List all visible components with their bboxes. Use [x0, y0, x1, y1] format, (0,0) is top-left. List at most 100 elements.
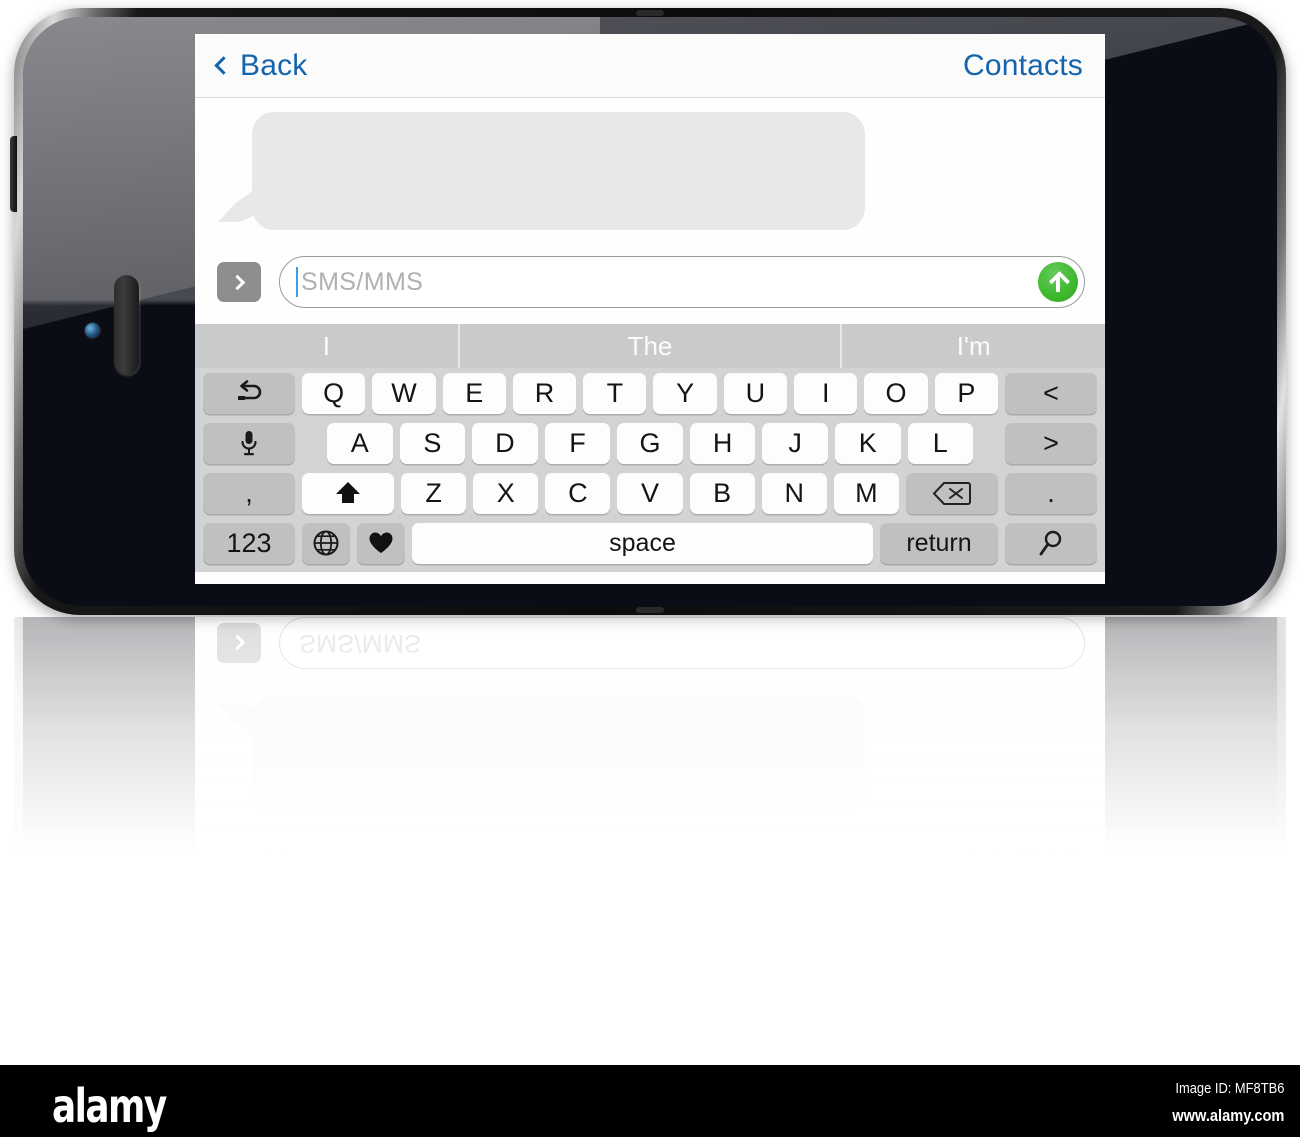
key-h[interactable]: H: [689, 422, 756, 464]
key-f[interactable]: F: [544, 422, 611, 464]
key-b[interactable]: B: [689, 472, 755, 514]
shift-up-arrow-icon: [333, 480, 363, 506]
earpiece-speaker-icon: [114, 275, 139, 375]
reflection-bubble: [252, 695, 865, 813]
message-bubble: [252, 112, 865, 230]
volume-button[interactable]: [10, 136, 17, 212]
reflection-front-panel: [23, 617, 1277, 908]
expand-options-button[interactable]: [217, 262, 261, 302]
watermark-meta: Image ID: MF8TB6 www.alamy.com: [1154, 1080, 1284, 1126]
keyboard-row-2: A S D F G H J K L >: [195, 418, 1105, 468]
suggestion-bar: I The I'm: [195, 324, 1105, 368]
key-return[interactable]: return: [880, 522, 998, 564]
key-microphone[interactable]: [203, 422, 295, 464]
key-j[interactable]: J: [762, 422, 828, 464]
chevron-right-icon: [229, 274, 246, 290]
alamy-logo: alamy: [52, 1079, 167, 1133]
key-s[interactable]: S: [399, 422, 466, 464]
key-cursor-left[interactable]: <: [1004, 372, 1097, 414]
reflection-screen: Back Contacts SMS/MMS: [195, 617, 1105, 891]
microphone-icon: [239, 429, 259, 457]
suggestion-item-2[interactable]: I'm: [842, 324, 1105, 368]
sms-input-field[interactable]: SMS/MMS: [279, 256, 1085, 308]
navigation-bar: Back Contacts: [195, 34, 1105, 98]
conversation-area: [195, 98, 1105, 256]
chevron-left-icon: [214, 56, 233, 75]
key-d[interactable]: D: [472, 422, 538, 464]
key-e[interactable]: E: [442, 372, 506, 414]
camera-lens-icon: [85, 323, 100, 338]
back-button-label: Back: [240, 48, 308, 82]
phone-reflection-image: Back Contacts SMS/MMS: [14, 617, 1286, 917]
key-undo[interactable]: [203, 372, 295, 414]
key-backspace[interactable]: [905, 472, 998, 514]
reflection-placeholder: SMS/MMS: [299, 629, 422, 658]
key-emoji-heart[interactable]: [357, 522, 405, 564]
key-u[interactable]: U: [723, 372, 788, 414]
key-w[interactable]: W: [372, 372, 436, 414]
backspace-icon: [932, 481, 972, 506]
arrow-up-circle-icon: [1050, 271, 1066, 293]
reflection-back-label: Back: [240, 843, 308, 877]
phone-screen: Back Contacts SMS/MMS I The I'm Q W E R …: [195, 34, 1105, 584]
reflection-bubble-tail: [218, 703, 262, 741]
screenshot-root: Back Contacts SMS/MMS I The I'm Q W E R …: [0, 0, 1300, 1137]
key-period[interactable]: .: [1004, 472, 1097, 514]
reflection-expand-button: [217, 623, 261, 663]
reflection-phone-body: [14, 617, 1286, 917]
text-caret: [296, 267, 298, 297]
key-t[interactable]: T: [583, 372, 647, 414]
heart-icon: [368, 531, 394, 555]
key-g[interactable]: G: [617, 422, 683, 464]
key-m[interactable]: M: [833, 472, 899, 514]
key-space[interactable]: space: [412, 522, 873, 564]
key-x[interactable]: X: [473, 472, 539, 514]
keyboard-row-3: , Z X C V B N M .: [195, 468, 1105, 518]
row2-left-spacer: [302, 423, 320, 464]
row2-right-spacer: [980, 423, 998, 464]
key-n[interactable]: N: [761, 472, 827, 514]
undo-arrow-icon: [234, 380, 264, 406]
reflection-conversation: [195, 669, 1105, 827]
key-a[interactable]: A: [327, 422, 393, 464]
bottom-antenna-notch: [636, 607, 664, 613]
compose-bar: SMS/MMS: [195, 256, 1105, 324]
back-button[interactable]: Back: [214, 48, 308, 83]
key-p[interactable]: P: [934, 372, 998, 414]
reflection-input: SMS/MMS: [279, 617, 1085, 669]
key-i[interactable]: I: [794, 372, 858, 414]
watermark-bar: alamy Image ID: MF8TB6 www.alamy.com: [0, 1065, 1300, 1137]
suggestion-item-1[interactable]: The: [460, 324, 843, 368]
reflection-chevron-left-icon: [214, 850, 233, 869]
key-r[interactable]: R: [512, 372, 577, 414]
key-numbers[interactable]: 123: [203, 522, 295, 564]
reflection-compose: SMS/MMS: [195, 617, 1105, 669]
key-shift[interactable]: [302, 472, 394, 514]
suggestion-item-0[interactable]: I: [195, 324, 460, 368]
virtual-keyboard: I The I'm Q W E R T Y U I O P < A S D F …: [195, 324, 1105, 572]
top-antenna-notch: [636, 10, 664, 16]
key-comma[interactable]: ,: [203, 472, 295, 514]
keyboard-row-4: 123 space return: [195, 518, 1105, 568]
key-o[interactable]: O: [864, 372, 928, 414]
reflection-navbar: Back Contacts: [195, 827, 1105, 891]
sms-input-placeholder: SMS/MMS: [301, 267, 424, 296]
key-q[interactable]: Q: [302, 372, 366, 414]
globe-icon: [312, 529, 340, 557]
send-button[interactable]: [1038, 262, 1078, 302]
key-globe[interactable]: [302, 522, 350, 564]
phone-reflection: Back Contacts SMS/MMS: [14, 617, 1286, 917]
magnifier-icon: [1037, 529, 1065, 557]
key-l[interactable]: L: [907, 422, 974, 464]
key-z[interactable]: Z: [401, 472, 467, 514]
keyboard-row-1: Q W E R T Y U I O P <: [195, 368, 1105, 418]
key-v[interactable]: V: [617, 472, 683, 514]
watermark-url: www.alamy.com: [1171, 1106, 1284, 1125]
key-k[interactable]: K: [834, 422, 901, 464]
key-cursor-right[interactable]: >: [1005, 422, 1098, 464]
key-y[interactable]: Y: [653, 372, 717, 414]
key-search[interactable]: [1005, 522, 1097, 564]
contacts-button[interactable]: Contacts: [963, 49, 1083, 83]
reflection-contacts-label: Contacts: [963, 843, 1083, 877]
key-c[interactable]: C: [545, 472, 611, 514]
